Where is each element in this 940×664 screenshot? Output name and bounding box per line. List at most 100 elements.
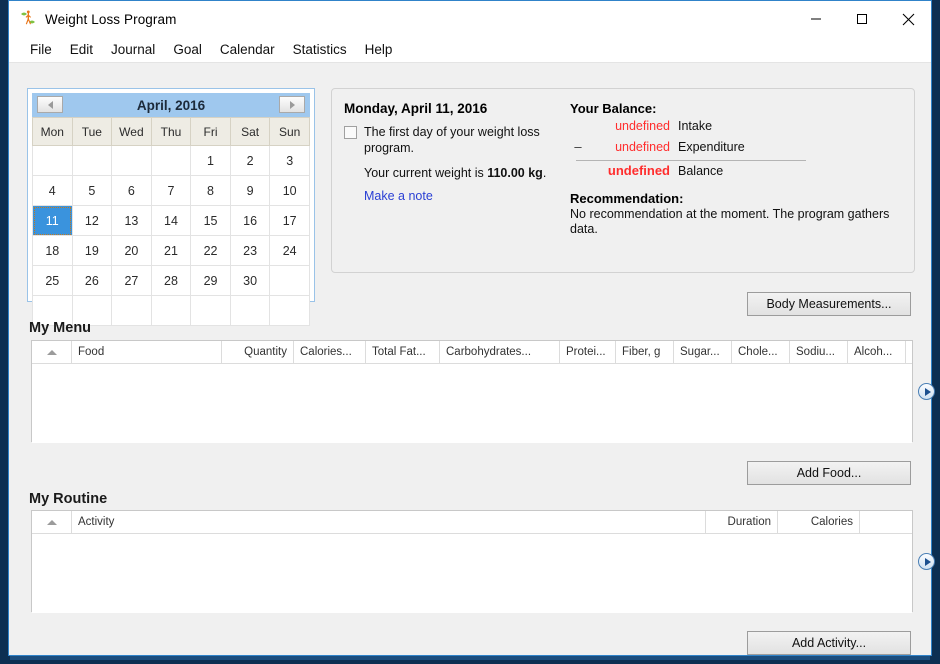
calendar-day-cell[interactable]: 3	[269, 145, 310, 176]
calendar-day-cell[interactable]: 19	[71, 235, 113, 266]
calendar-empty-cell	[190, 295, 231, 326]
calendar-empty-cell	[229, 295, 271, 326]
menu-item-calendar[interactable]: Calendar	[211, 40, 284, 59]
menu-item-file[interactable]: File	[21, 40, 61, 59]
my-menu-column-header[interactable]: Quantity	[222, 341, 294, 363]
calendar-day-cell[interactable]: 12	[71, 205, 113, 236]
my-routine-column-header[interactable]: Activity	[72, 511, 706, 533]
window-controls	[793, 1, 931, 37]
my-routine-column-header[interactable]: Duration	[706, 511, 778, 533]
body-measurements-button[interactable]: Body Measurements...	[747, 292, 911, 316]
calendar-day-cell[interactable]: 29	[190, 265, 231, 296]
calendar-day-cell[interactable]: 2	[229, 145, 271, 176]
my-menu-body[interactable]	[32, 364, 912, 443]
menu-item-edit[interactable]: Edit	[61, 40, 102, 59]
calendar-day-cell[interactable]: 10	[269, 175, 310, 206]
calendar-day-cell[interactable]: 15	[190, 205, 231, 236]
calendar-title: April, 2016	[136, 97, 206, 113]
window-shadow-bottom	[10, 656, 930, 660]
calendar-day-cell[interactable]: 20	[111, 235, 152, 266]
calendar-day-cell[interactable]: 26	[71, 265, 113, 296]
close-button[interactable]	[885, 1, 931, 37]
calendar-day-cell[interactable]: 1	[190, 145, 231, 176]
my-menu-column-header[interactable]: Carbohydrates...	[440, 341, 560, 363]
balance-row-intake: undefined Intake	[570, 119, 900, 139]
day-info-panel: Monday, April 11, 2016 The first day of …	[331, 88, 915, 273]
expand-right-icon[interactable]	[918, 553, 935, 570]
my-menu-column-header	[906, 341, 940, 363]
my-menu-table[interactable]: Food Quantity Calories... Total Fat... Carbo…	[31, 340, 913, 443]
my-menu-column-header[interactable]: Food	[72, 341, 222, 363]
my-menu-column-header[interactable]: Protei...	[560, 341, 616, 363]
balance-table: undefined Intake – undefined Expenditure…	[570, 119, 900, 183]
calendar-day-cell[interactable]: 18	[32, 235, 73, 266]
balance-value: undefined	[607, 163, 670, 178]
calendar-body: 1 2 3 4 5 6 7 8 9 10 11 12 13 14 15 16 17 18 19 20 21 22 23 24 2…	[32, 145, 310, 326]
sort-ascending-icon[interactable]	[46, 519, 57, 525]
calendar-day-cell[interactable]: 24	[269, 235, 310, 266]
my-routine-body[interactable]	[32, 534, 912, 613]
expenditure-label: Expenditure	[678, 140, 745, 154]
calendar-day-cell[interactable]: 4	[32, 175, 73, 206]
calendar-day-cell[interactable]: 28	[150, 265, 192, 296]
calendar-day-cell[interactable]: 30	[229, 265, 271, 296]
calendar-week-row: 25 26 27 28 29 30	[32, 265, 310, 296]
my-menu-column-header[interactable]: Alcoh...	[848, 341, 906, 363]
calendar-day-cell[interactable]: 7	[150, 175, 192, 206]
menu-item-journal[interactable]: Journal	[102, 40, 164, 59]
calendar-day-cell[interactable]: 23	[229, 235, 271, 266]
my-routine-heading: My Routine	[29, 491, 108, 507]
my-menu-sort-column[interactable]	[32, 341, 72, 363]
my-menu-column-header[interactable]: Fiber, g	[616, 341, 674, 363]
calendar-day-cell[interactable]: 9	[229, 175, 271, 206]
calendar-day-cell[interactable]: 13	[111, 205, 152, 236]
calendar-day-cell-selected[interactable]: 11	[32, 205, 73, 236]
calendar-grid: Mon Tue Wed Thu Fri Sat Sun 1 2 3 4 5 6 7 8 9 10 1…	[32, 117, 310, 326]
my-menu-column-header[interactable]: Total Fat...	[366, 341, 440, 363]
my-menu-column-header[interactable]: Chole...	[732, 341, 790, 363]
calendar-day-cell[interactable]: 17	[269, 205, 310, 236]
my-routine-column-header[interactable]: Calories	[778, 511, 860, 533]
calendar-week-row: 123	[32, 145, 310, 176]
balance-label: Balance	[678, 164, 724, 178]
my-routine-table[interactable]: Activity Duration Calories	[31, 510, 913, 613]
intake-label: Intake	[678, 119, 713, 133]
menu-item-statistics[interactable]: Statistics	[284, 40, 356, 59]
calendar-day-cell[interactable]: 22	[190, 235, 231, 266]
day-summary: Monday, April 11, 2016 The first day of …	[344, 101, 572, 203]
calendar-empty-cell	[269, 265, 310, 296]
calendar-widget[interactable]: April, 2016 Mon Tue Wed Thu Fri Sat Sun …	[27, 88, 315, 326]
calendar-day-cell[interactable]: 25	[32, 265, 73, 296]
calendar-weekday: Thu	[150, 117, 192, 146]
add-food-button[interactable]: Add Food...	[747, 461, 911, 485]
add-activity-button[interactable]: Add Activity...	[747, 631, 911, 655]
minimize-button[interactable]	[793, 1, 839, 37]
window-title: Weight Loss Program	[45, 11, 177, 27]
first-day-checkbox[interactable]	[344, 126, 357, 139]
my-menu-column-header[interactable]: Sodiu...	[790, 341, 848, 363]
calendar-day-cell[interactable]: 6	[111, 175, 152, 206]
sort-ascending-icon[interactable]	[46, 349, 57, 355]
calendar-day-cell[interactable]: 14	[150, 205, 192, 236]
my-routine-sort-column[interactable]	[32, 511, 72, 533]
menu-item-help[interactable]: Help	[356, 40, 402, 59]
make-a-note-link[interactable]: Make a note	[364, 189, 572, 203]
calendar-day-cell[interactable]: 8	[190, 175, 231, 206]
chevron-right-icon[interactable]	[279, 96, 305, 113]
calendar-day-cell[interactable]: 21	[150, 235, 192, 266]
calendar-day-cell[interactable]: 27	[111, 265, 152, 296]
calendar-weekday: Mon	[32, 117, 73, 146]
menu-bar: File Edit Journal Goal Calendar Statisti…	[9, 37, 931, 63]
calendar-day-cell[interactable]: 16	[229, 205, 271, 236]
expand-right-icon[interactable]	[918, 383, 935, 400]
my-menu-column-header[interactable]: Calories...	[294, 341, 366, 363]
my-menu-column-header[interactable]: Sugar...	[674, 341, 732, 363]
window-shadow-left	[0, 0, 8, 664]
maximize-button[interactable]	[839, 1, 885, 37]
calendar-day-cell[interactable]: 5	[71, 175, 113, 206]
menu-item-goal[interactable]: Goal	[164, 40, 211, 59]
current-weight-label: Your current weight is 110.00 kg.	[364, 166, 572, 180]
chevron-left-icon[interactable]	[37, 96, 63, 113]
calendar-weekday: Sat	[229, 117, 271, 146]
minus-sign-icon: –	[574, 139, 582, 154]
